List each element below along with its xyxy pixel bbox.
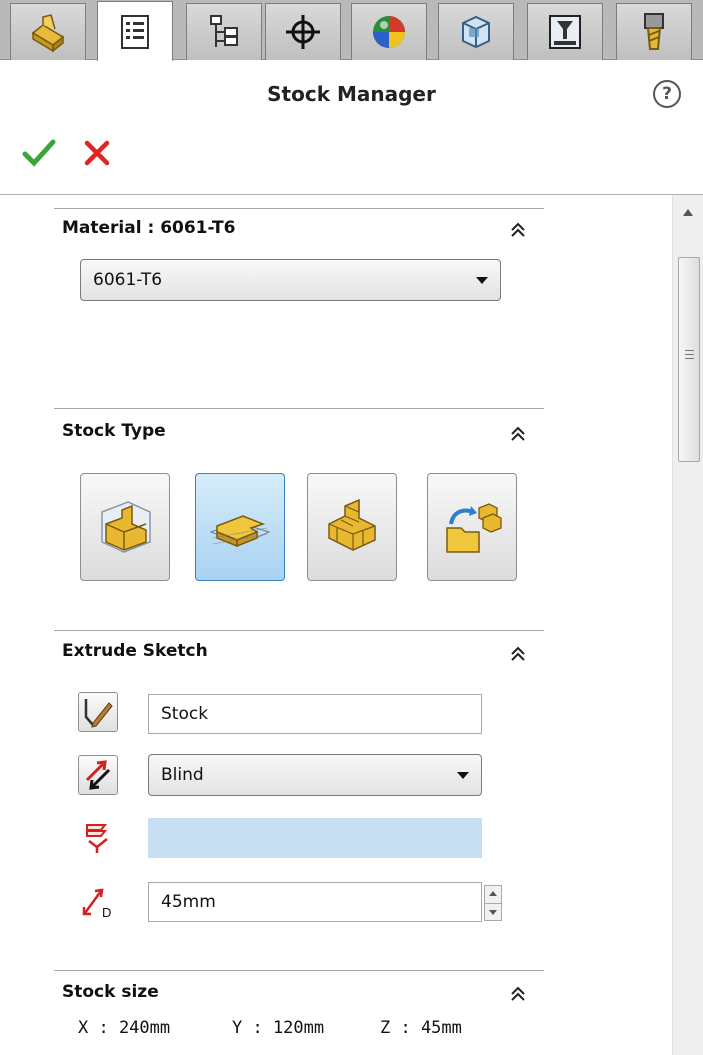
spinner-divider <box>485 903 501 904</box>
stl-file-stock-icon <box>328 498 376 551</box>
collapse-material-icon[interactable] <box>508 220 528 240</box>
collapse-stock-size-icon[interactable] <box>508 984 528 1004</box>
header-divider <box>0 194 703 195</box>
cancel-close-icon[interactable] <box>82 138 112 168</box>
display-manager-icon <box>373 16 405 48</box>
property-manager-icon <box>121 14 149 49</box>
direction-reference-field[interactable] <box>148 818 482 858</box>
chevron-down-icon <box>457 772 469 779</box>
direction-reference-icon-box <box>78 818 118 858</box>
stock-size-section-divider <box>54 970 544 971</box>
depth-spinner[interactable] <box>484 885 502 921</box>
part-file-stock-button[interactable] <box>427 473 517 581</box>
sketch-name-field[interactable]: Stock <box>148 694 482 734</box>
tab-camworks-feature-tree[interactable] <box>438 3 514 60</box>
tab-dimxpert[interactable] <box>265 3 341 60</box>
manager-tab-strip <box>0 0 703 61</box>
camworks-feature-tree-icon <box>462 15 490 49</box>
ok-check-icon[interactable] <box>22 138 56 168</box>
extrude-sketch-stock-button[interactable] <box>195 473 285 581</box>
depth-icon-box: D <box>78 882 118 922</box>
svg-text:D: D <box>102 905 111 919</box>
extrude-sketch-section-divider <box>54 630 544 631</box>
chevron-down-icon <box>476 277 488 284</box>
stock-type-section-divider <box>54 408 544 409</box>
sketch-pencil-icon <box>84 699 113 728</box>
spinner-down-icon[interactable] <box>489 910 497 915</box>
tab-feature-manager[interactable] <box>10 3 86 60</box>
page-title: Stock Manager <box>267 82 436 106</box>
material-select-value: 6061-T6 <box>93 270 163 290</box>
help-icon[interactable]: ? <box>653 80 681 108</box>
tab-display-manager[interactable] <box>351 3 427 60</box>
extrude-sketch-stock-icon <box>209 515 271 548</box>
direction-flag-icon <box>86 824 108 853</box>
sketch-selection-icon-box <box>78 692 118 732</box>
collapse-stock-type-icon[interactable] <box>508 424 528 444</box>
grip-icon <box>685 350 694 351</box>
stl-file-stock-button[interactable] <box>307 473 397 581</box>
camworks-operation-tree-icon <box>549 15 581 49</box>
end-condition-select[interactable]: Blind <box>148 754 482 796</box>
tab-property-manager[interactable] <box>97 1 173 61</box>
tab-configuration-manager[interactable] <box>186 3 262 60</box>
tab-camworks-tool-tree[interactable] <box>616 3 692 60</box>
collapse-extrude-sketch-icon[interactable] <box>508 644 528 664</box>
depth-dimension-icon: D <box>82 888 111 919</box>
tab-camworks-operation-tree[interactable] <box>527 3 603 60</box>
material-select[interactable]: 6061-T6 <box>80 259 501 301</box>
extrude-sketch-section-title: Extrude Sketch <box>62 641 208 661</box>
stock-size-z: Z : 45mm <box>380 1018 462 1038</box>
depth-field[interactable]: 45mm <box>148 882 482 922</box>
bounding-box-stock-button[interactable] <box>80 473 170 581</box>
scroll-up-arrow-icon[interactable] <box>683 209 693 216</box>
part-file-stock-icon <box>446 503 502 553</box>
stock-size-x: X : 240mm <box>78 1018 171 1038</box>
dimxpert-icon <box>286 15 320 49</box>
stock-size-y: Y : 120mm <box>232 1018 325 1038</box>
bounding-box-stock-icon <box>101 501 151 553</box>
camworks-tool-tree-icon <box>644 13 664 50</box>
stock-size-section-title: Stock size <box>62 982 159 1002</box>
vertical-scrollbar[interactable] <box>672 195 703 1055</box>
reverse-direction-icon <box>85 760 111 790</box>
scrollbar-thumb[interactable] <box>678 257 700 462</box>
stock-type-section-title: Stock Type <box>62 421 166 441</box>
material-section-divider <box>54 208 544 209</box>
spinner-up-icon[interactable] <box>489 891 497 896</box>
feature-manager-icon <box>31 14 65 53</box>
end-condition-value: Blind <box>161 765 204 785</box>
material-section-title: Material : 6061-T6 <box>62 218 236 238</box>
reverse-direction-button[interactable] <box>78 755 118 795</box>
configuration-manager-icon <box>210 15 238 47</box>
